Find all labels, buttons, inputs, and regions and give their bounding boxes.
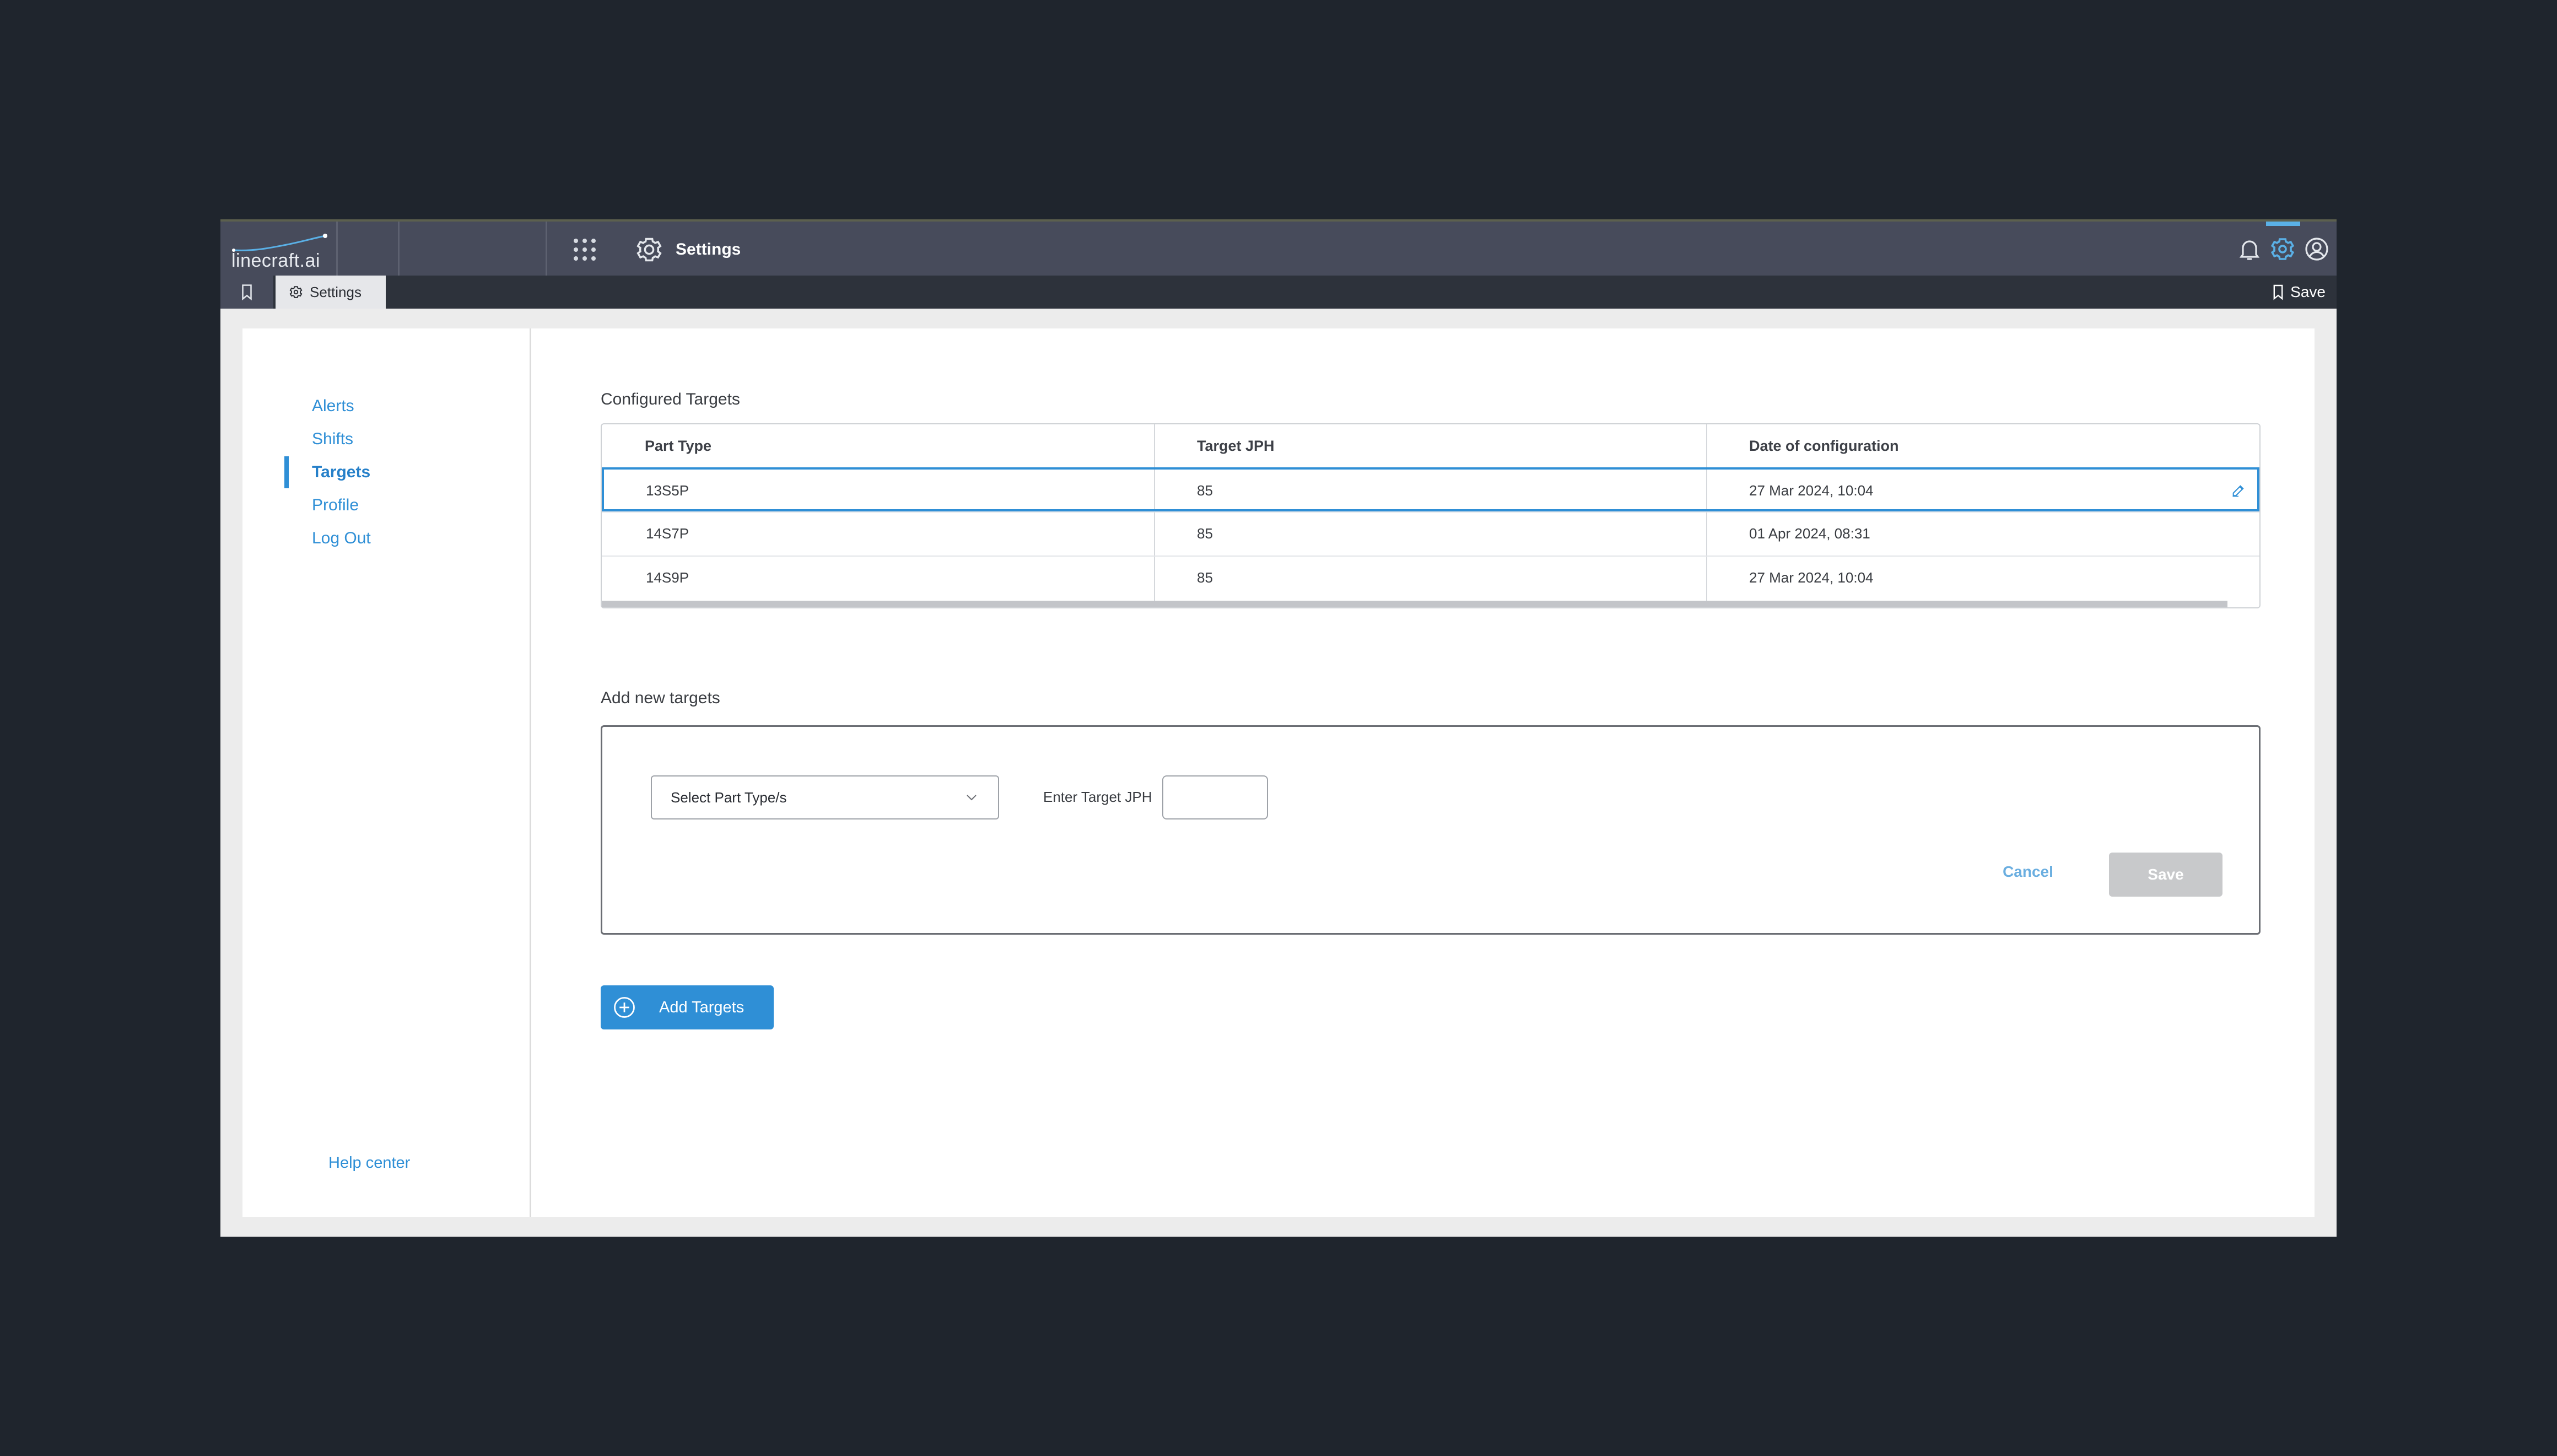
- divider: [546, 222, 547, 276]
- brand-name: linecraft.ai: [231, 250, 320, 271]
- sidebar-item-profile[interactable]: Profile: [312, 496, 359, 515]
- cell-date: 27 Mar 2024, 10:04: [1749, 482, 1874, 499]
- column-header-target-jph[interactable]: Target JPH: [1197, 424, 1275, 467]
- table-row[interactable]: 14S7P 85 01 Apr 2024, 08:31: [602, 511, 2259, 556]
- sidebar-item-alerts[interactable]: Alerts: [312, 397, 354, 416]
- cell-part-type: 13S5P: [646, 482, 689, 499]
- targets-table: Part Type Target JPH Date of configurati…: [601, 423, 2261, 608]
- active-indicator: [2266, 222, 2300, 226]
- add-target-form: Select Part Type/s Enter Target JPH Canc…: [601, 725, 2261, 935]
- settings-icon[interactable]: [2269, 236, 2296, 262]
- cancel-button[interactable]: Cancel: [1987, 853, 2069, 891]
- save-view-label: Save: [2290, 283, 2326, 300]
- cell-date: 01 Apr 2024, 08:31: [1749, 525, 1870, 542]
- cell-part-type: 14S9P: [646, 569, 689, 586]
- save-button[interactable]: Save: [2109, 853, 2222, 897]
- save-view-button[interactable]: Save: [2272, 276, 2326, 309]
- bookmark-tab[interactable]: [220, 276, 273, 309]
- bell-icon[interactable]: [2236, 236, 2263, 262]
- tab-label: Settings: [310, 283, 362, 300]
- plus-circle-icon: [614, 997, 635, 1018]
- sidebar-item-targets[interactable]: Targets: [312, 463, 370, 482]
- target-jph-label: Enter Target JPH: [1043, 789, 1152, 805]
- brand-logo[interactable]: linecraft.ai: [231, 233, 331, 271]
- target-jph-input[interactable]: [1162, 775, 1268, 819]
- tab-settings[interactable]: Settings: [276, 276, 386, 309]
- cell-target-jph: 85: [1197, 482, 1213, 499]
- page-title: Settings: [676, 240, 741, 258]
- cell-date: 27 Mar 2024, 10:04: [1749, 569, 1874, 586]
- apps-grid-icon[interactable]: [571, 236, 602, 263]
- active-nav-indicator: [284, 456, 289, 488]
- column-header-date[interactable]: Date of configuration: [1749, 424, 1899, 467]
- configured-targets-title: Configured Targets: [601, 390, 740, 408]
- bookmark-icon: [2273, 284, 2283, 300]
- cell-part-type: 14S7P: [646, 525, 689, 542]
- table-row[interactable]: 13S5P 85 27 Mar 2024, 10:04: [602, 467, 2259, 511]
- user-icon[interactable]: [2304, 236, 2330, 262]
- bookmark-icon: [242, 284, 252, 300]
- gear-icon: [636, 238, 662, 262]
- sidebar-item-shifts[interactable]: Shifts: [312, 430, 353, 449]
- divider: [336, 222, 338, 276]
- logo-wave-icon: [232, 234, 327, 252]
- top-bar: linecraft.ai Settings: [220, 219, 2337, 276]
- horizontal-scrollbar[interactable]: [602, 601, 2227, 607]
- help-center-link[interactable]: Help center: [328, 1154, 410, 1172]
- add-targets-button[interactable]: Add Targets: [601, 985, 774, 1029]
- chevron-down-icon: [967, 795, 977, 801]
- page-title-area: Settings: [635, 235, 741, 265]
- targets-content: Configured Targets Part Type Target JPH …: [531, 328, 2315, 1217]
- settings-sidebar: Alerts Shifts Targets Profile Log Out He…: [242, 328, 531, 1217]
- settings-panel: Alerts Shifts Targets Profile Log Out He…: [242, 328, 2315, 1217]
- divider: [398, 222, 400, 276]
- gear-icon: [289, 286, 303, 298]
- app-window: linecraft.ai Settings Settings Save Aler…: [220, 219, 2337, 1237]
- sidebar-item-logout[interactable]: Log Out: [312, 529, 371, 548]
- tab-bar: Settings Save: [220, 276, 2337, 309]
- edit-icon[interactable]: [2223, 475, 2254, 506]
- cell-target-jph: 85: [1197, 525, 1213, 542]
- column-header-part-type[interactable]: Part Type: [645, 424, 711, 467]
- add-targets-label: Add Targets: [659, 998, 745, 1016]
- cell-target-jph: 85: [1197, 569, 1213, 586]
- select-placeholder: Select Part Type/s: [671, 789, 787, 806]
- part-type-select[interactable]: Select Part Type/s: [651, 775, 999, 819]
- add-targets-title: Add new targets: [601, 689, 720, 707]
- table-row[interactable]: 14S9P 85 27 Mar 2024, 10:04: [602, 556, 2259, 600]
